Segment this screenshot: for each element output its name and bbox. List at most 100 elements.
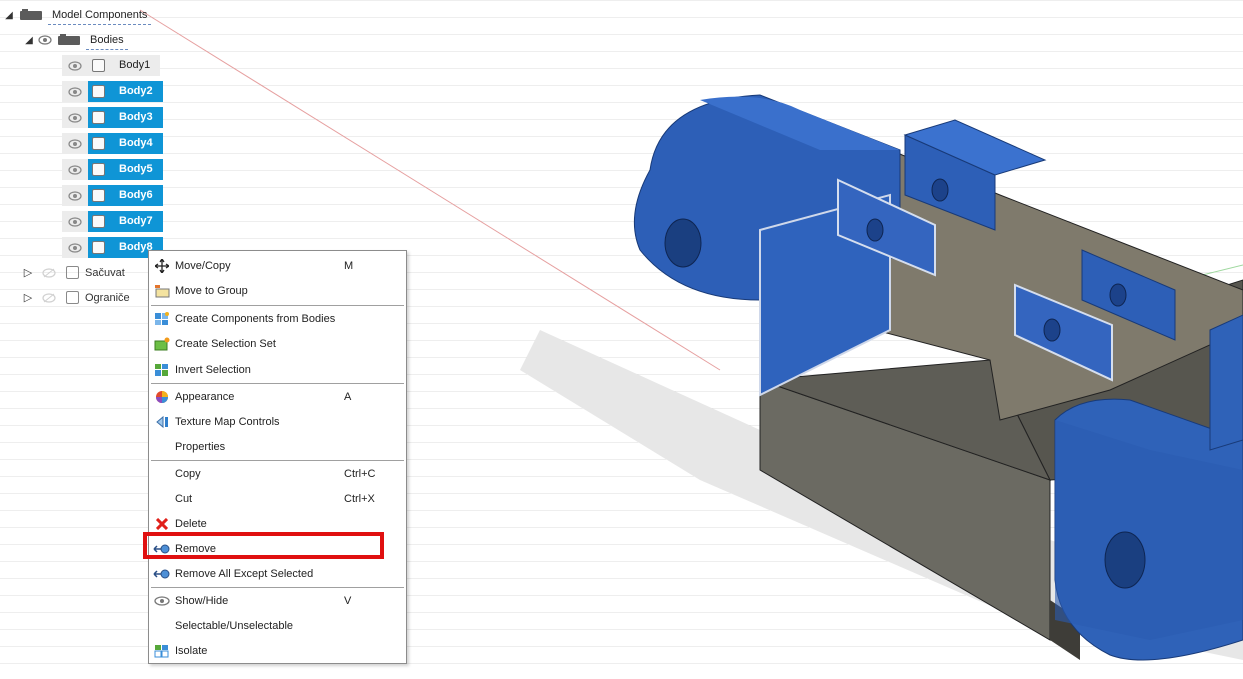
menu-item-label: Delete [175, 518, 207, 530]
body-icon [92, 59, 105, 72]
menu-separator [151, 587, 404, 588]
bodies-folder-label[interactable]: Bodies [86, 31, 128, 50]
menu-item-label: Show/Hide [175, 595, 229, 607]
group-label[interactable]: Ograniče [85, 292, 130, 304]
body-row-6[interactable]: Body6 [62, 185, 163, 206]
menu-separator [151, 305, 404, 306]
remove-all-except-icon [149, 562, 175, 586]
hole-right [1104, 531, 1146, 589]
menu-item-appearance[interactable]: Appearance A [149, 385, 406, 409]
menu-item-create-components[interactable]: Create Components from Bodies [149, 307, 406, 331]
eye-icon[interactable] [62, 55, 88, 76]
body-icon [92, 189, 105, 202]
menu-item-move-to-group[interactable]: Move to Group [149, 279, 406, 303]
menu-item-invert-selection[interactable]: Invert Selection [149, 358, 406, 382]
group-row-1[interactable]: ▷ Sačuvat [20, 262, 125, 283]
body-label[interactable]: Body1 [109, 55, 160, 76]
menu-item-label: Selectable/Unselectable [175, 620, 294, 632]
group-row-2[interactable]: ▷ Ograniče [20, 287, 130, 308]
folder-icon [20, 9, 42, 20]
texture-map-icon [149, 410, 175, 434]
menu-item-texture-map[interactable]: Texture Map Controls [149, 410, 406, 434]
eye-icon[interactable] [62, 159, 88, 180]
eye-icon[interactable] [62, 185, 88, 206]
menu-item-label: Properties [175, 441, 226, 453]
root-label[interactable]: Model Components [48, 6, 152, 25]
eye-icon[interactable] [62, 211, 88, 232]
menu-item-remove-all-except[interactable]: Remove All Except Selected [149, 562, 406, 586]
tree-root-row[interactable]: ◢ Model Components [2, 4, 152, 26]
menu-item-label: Remove All Except Selected [175, 568, 314, 580]
appearance-icon [149, 385, 175, 409]
menu-item-label: Move to Group [175, 285, 248, 297]
eye-icon[interactable] [62, 107, 88, 128]
menu-item-shortcut: A [344, 391, 352, 403]
menu-item-label: Create Components from Bodies [175, 313, 336, 325]
body-label[interactable]: Body5 [109, 159, 163, 180]
menu-item-label: Invert Selection [175, 364, 251, 376]
body-icon [92, 137, 105, 150]
folder-icon [58, 34, 80, 45]
menu-item-show-hide[interactable]: Show/Hide V [149, 589, 406, 613]
body-row-5[interactable]: Body5 [62, 159, 163, 180]
body-row-2[interactable]: Body2 [62, 81, 163, 102]
eye-icon[interactable] [62, 81, 88, 102]
body-icon [92, 241, 105, 254]
body-label[interactable]: Body6 [109, 185, 163, 206]
body-row-1[interactable]: Body1 [62, 55, 161, 76]
eye-icon [149, 589, 175, 613]
body-icon [92, 85, 105, 98]
isolate-icon [149, 639, 175, 663]
body-row-7[interactable]: Body7 [62, 211, 163, 232]
annotation-highlight-box [143, 532, 384, 559]
menu-item-label: Create Selection Set [175, 338, 276, 350]
menu-item-move-copy[interactable]: Move/Copy M [149, 254, 406, 278]
menu-separator [151, 460, 404, 461]
eye-icon[interactable] [62, 237, 88, 258]
hole-left [664, 218, 702, 268]
expand-triangle-icon[interactable]: ◢ [2, 10, 16, 21]
menu-item-cut[interactable]: Cut Ctrl+X [149, 487, 406, 511]
body-label[interactable]: Body7 [109, 211, 163, 232]
body-icon [92, 215, 105, 228]
component-icon [66, 266, 79, 279]
menu-item-label: Cut [175, 493, 193, 505]
expand-arrow-icon[interactable]: ▷ [20, 266, 36, 279]
menu-item-label: Isolate [175, 645, 208, 657]
group-label[interactable]: Sačuvat [85, 267, 125, 279]
body-icon [92, 163, 105, 176]
menu-item-shortcut: Ctrl+X [344, 493, 375, 505]
menu-item-label: Texture Map Controls [175, 416, 280, 428]
menu-separator [151, 383, 404, 384]
body-row-3[interactable]: Body3 [62, 107, 163, 128]
eye-icon[interactable] [62, 133, 88, 154]
menu-item-create-selection-set[interactable]: Create Selection Set [149, 332, 406, 356]
body-label[interactable]: Body4 [109, 133, 163, 154]
menu-item-label: Move/Copy [175, 260, 231, 272]
menu-item-shortcut: M [344, 260, 354, 272]
body-label[interactable]: Body2 [109, 81, 163, 102]
menu-item-label: Appearance [175, 391, 235, 403]
eye-hidden-icon[interactable] [36, 267, 62, 278]
expand-triangle-icon[interactable]: ◢ [22, 35, 36, 46]
menu-item-selectable[interactable]: Selectable/Unselectable [149, 614, 406, 638]
move-to-group-icon [149, 279, 175, 303]
expand-arrow-icon[interactable]: ▷ [20, 291, 36, 304]
component-icon [66, 291, 79, 304]
menu-item-copy[interactable]: Copy Ctrl+C [149, 462, 406, 486]
menu-item-label: Copy [175, 468, 201, 480]
bodies-folder-row[interactable]: ◢ Bodies [22, 29, 128, 51]
menu-item-isolate[interactable]: Isolate [149, 639, 406, 663]
eye-hidden-icon[interactable] [36, 292, 62, 303]
create-components-icon [149, 307, 175, 331]
body-row-4[interactable]: Body4 [62, 133, 163, 154]
invert-selection-icon [149, 358, 175, 382]
body-label[interactable]: Body3 [109, 107, 163, 128]
body-icon [92, 111, 105, 124]
menu-item-shortcut: Ctrl+C [344, 468, 376, 480]
menu-item-shortcut: V [344, 595, 352, 607]
context-menu: Move/Copy M Move to Group Create Compone… [148, 250, 407, 664]
selection-set-icon [149, 332, 175, 356]
menu-item-properties[interactable]: Properties [149, 435, 406, 459]
eye-icon[interactable] [36, 34, 54, 46]
